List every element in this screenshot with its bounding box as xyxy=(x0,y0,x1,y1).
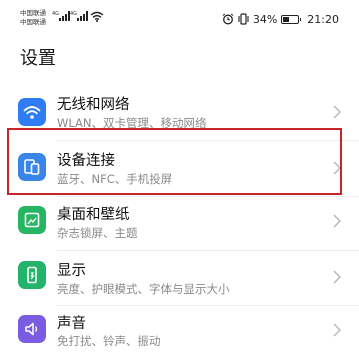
battery-percent: 34% xyxy=(252,12,278,26)
highlight-box xyxy=(7,128,342,195)
item-title: 无线和网络 xyxy=(57,97,130,113)
wifi-icon xyxy=(18,98,46,126)
wallpaper-icon xyxy=(18,206,46,234)
status-bar: 中国联通 中国联通 4G 4G 34% 21:20 xyxy=(0,0,359,38)
battery-icon xyxy=(281,14,302,24)
alarm-icon xyxy=(222,13,234,25)
carrier-2: 中国联通 xyxy=(20,18,46,26)
item-subtitle: 杂志锁屏、主题 xyxy=(57,226,138,240)
chevron-right-icon xyxy=(333,105,341,119)
network-type-2: 4G xyxy=(70,11,78,17)
settings-item-desktop-wallpaper[interactable]: 桌面和壁纸 杂志锁屏、主题 xyxy=(0,196,359,252)
carrier-1: 中国联通 xyxy=(20,9,46,17)
chevron-right-icon xyxy=(333,270,341,284)
item-title: 显示 xyxy=(57,263,86,279)
carrier-labels: 中国联通 中国联通 xyxy=(20,9,46,27)
settings-item-display[interactable]: 显示 亮度、护眼模式、字体与显示大小 xyxy=(0,250,359,306)
chevron-right-icon xyxy=(333,214,341,228)
page-title: 设置 xyxy=(20,48,56,69)
settings-item-sound[interactable]: 声音 免打扰、铃声、振动 xyxy=(0,305,359,354)
network-type-1: 4G xyxy=(52,11,60,17)
clock: 21:20 xyxy=(307,12,339,26)
status-right: 34% 21:20 xyxy=(222,12,339,26)
item-subtitle: 免打扰、铃声、振动 xyxy=(57,334,161,348)
wifi-icon xyxy=(90,11,104,22)
display-icon xyxy=(18,261,46,289)
sound-icon xyxy=(18,315,46,343)
chevron-right-icon xyxy=(333,323,341,337)
item-title: 桌面和壁纸 xyxy=(57,207,130,223)
item-title: 声音 xyxy=(57,316,86,332)
item-subtitle: 亮度、护眼模式、字体与显示大小 xyxy=(57,282,230,296)
vibrate-icon xyxy=(238,13,249,25)
